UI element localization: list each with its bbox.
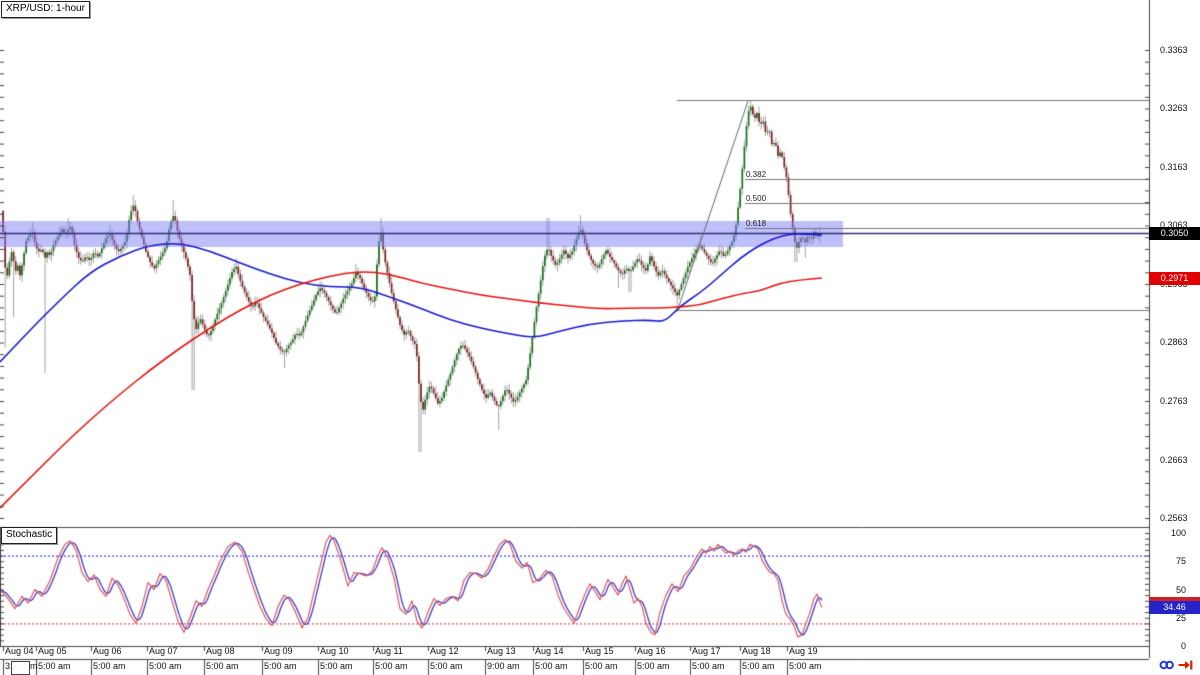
time-label: 5:00 am <box>585 661 618 671</box>
last-price-marker: 0.3050 <box>1149 227 1200 240</box>
symbol-timeframe-label: XRP/USD: 1-hour <box>1 1 90 18</box>
date-label: Aug 07 <box>149 646 178 656</box>
date-label: Aug 04 <box>5 646 34 656</box>
time-label: 5:00 am <box>38 661 71 671</box>
price-axis-label: 0.2863 <box>1160 337 1188 347</box>
date-label: Aug 11 <box>375 646 403 656</box>
chart-window: 0.33630.32630.31630.30630.29630.28630.27… <box>0 0 1200 675</box>
date-label: Aug 18 <box>742 646 771 656</box>
time-label: 5:00 am <box>206 661 239 671</box>
date-label: Aug 10 <box>320 646 349 656</box>
date-label: Aug 15 <box>585 646 614 656</box>
time-label: 5:00 am <box>375 661 408 671</box>
stoch-axis-label: 25 <box>1175 613 1186 623</box>
fib-level-label: 0.382 <box>746 169 767 179</box>
price-chart-canvas[interactable] <box>0 0 1200 675</box>
time-label: 5:00 am <box>264 661 297 671</box>
price-axis-label: 0.2663 <box>1160 455 1188 465</box>
stoch-axis-label: 50 <box>1175 585 1186 595</box>
time-label: 5:00 am <box>692 661 725 671</box>
scroll-to-latest-icon[interactable] <box>1178 659 1193 671</box>
price-axis-label: 0.3363 <box>1160 45 1188 55</box>
time-axis-handle[interactable] <box>11 661 30 675</box>
date-label: Aug 06 <box>93 646 122 656</box>
date-label: Aug 14 <box>535 646 564 656</box>
price-axis-label: 0.3263 <box>1160 103 1188 113</box>
ma-price-marker: 0.2971 <box>1149 272 1200 285</box>
stoch-axis-label: 75 <box>1175 556 1186 566</box>
time-label: 5:00 am <box>320 661 353 671</box>
indicator-label: Stochastic <box>1 527 58 544</box>
date-label: Aug 19 <box>789 646 818 656</box>
time-label: 5:00 am <box>742 661 775 671</box>
time-label: 9:00 am <box>487 661 520 671</box>
fib-level-label: 0.618 <box>746 218 767 228</box>
stoch-value-marker: 34.46 <box>1149 601 1200 614</box>
price-axis-label: 0.3163 <box>1160 162 1188 172</box>
time-label: 5:00 am <box>149 661 182 671</box>
date-label: Aug 05 <box>38 646 67 656</box>
stoch-axis-label: 100 <box>1170 528 1186 538</box>
date-label: Aug 16 <box>637 646 666 656</box>
time-label: 5:00 am <box>637 661 670 671</box>
fib-level-label: 0.500 <box>746 193 767 203</box>
time-label: 5:00 am <box>93 661 126 671</box>
date-label: Aug 08 <box>206 646 235 656</box>
price-axis-label: 0.2763 <box>1160 396 1188 406</box>
date-label: Aug 17 <box>692 646 721 656</box>
date-label: Aug 12 <box>430 646 459 656</box>
stoch-axis-label: 0 <box>1180 641 1186 651</box>
date-label: Aug 13 <box>487 646 516 656</box>
time-label: 5:00 am <box>789 661 822 671</box>
price-axis-label: 0.2563 <box>1160 513 1188 523</box>
time-label: 5:00 am <box>430 661 463 671</box>
time-label: 5:00 am <box>535 661 568 671</box>
date-label: Aug 09 <box>264 646 293 656</box>
link-icon[interactable] <box>1159 659 1175 671</box>
